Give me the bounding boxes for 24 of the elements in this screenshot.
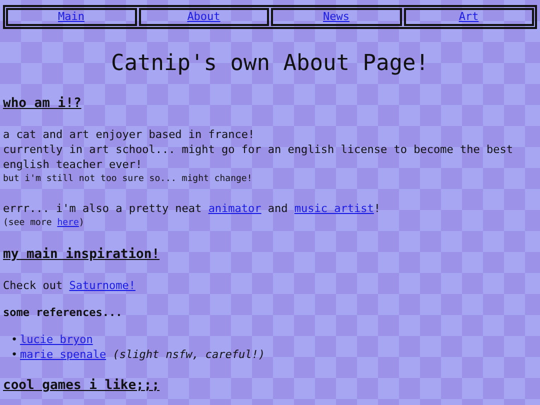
text-link[interactable]: music artist bbox=[294, 202, 374, 215]
bullet: • bbox=[11, 332, 19, 347]
reference-link[interactable]: marie spenale bbox=[20, 348, 106, 361]
nav-link[interactable]: Art bbox=[458, 10, 479, 23]
section-heading: who am i!? bbox=[3, 96, 82, 112]
paragraph: (see more here) bbox=[3, 217, 86, 230]
section-heading: my main inspiration! bbox=[3, 247, 160, 263]
nav-link[interactable]: Main bbox=[58, 10, 84, 23]
paragraph: Check out Saturnome! bbox=[3, 278, 136, 293]
paragraph: but i'm still not too sure so... might change! bbox=[3, 173, 254, 186]
note-text: (slight nsfw, careful!) bbox=[112, 348, 266, 361]
bullet: • bbox=[11, 347, 19, 362]
reference-link[interactable]: lucie bryon bbox=[20, 333, 93, 346]
page-title: Catnip's own About Page! bbox=[110, 50, 430, 78]
section-heading: cool games i like;;; bbox=[3, 378, 160, 394]
text-link[interactable]: here bbox=[57, 218, 79, 228]
nav-link[interactable]: About bbox=[187, 10, 220, 23]
text-link[interactable]: animator bbox=[208, 202, 262, 215]
paragraph: errr... i'm also a pretty neat animator and music artist! bbox=[3, 201, 382, 216]
paragraph: currently in art school... might go for an english license to become the best english teacher ever! bbox=[3, 142, 514, 172]
nav-link[interactable]: News bbox=[323, 10, 350, 23]
paragraph: a cat and art enjoyer based in france! bbox=[3, 127, 256, 142]
text-link[interactable]: Saturnome! bbox=[69, 279, 136, 292]
subheading: some references... bbox=[3, 305, 124, 320]
